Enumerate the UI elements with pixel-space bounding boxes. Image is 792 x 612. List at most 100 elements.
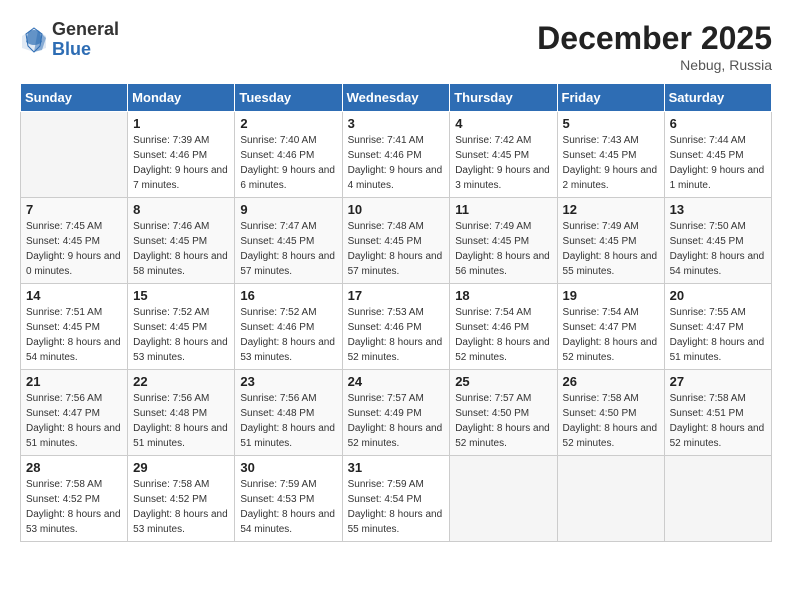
day-info: Sunrise: 7:50 AMSunset: 4:45 PMDaylight:… [670,219,766,279]
day-info: Sunrise: 7:58 AMSunset: 4:52 PMDaylight:… [26,477,122,537]
day-number: 13 [670,202,766,217]
calendar-week-row: 14Sunrise: 7:51 AMSunset: 4:45 PMDayligh… [21,284,772,370]
day-info: Sunrise: 7:57 AMSunset: 4:50 PMDaylight:… [455,391,551,451]
day-number: 11 [455,202,551,217]
calendar-week-row: 28Sunrise: 7:58 AMSunset: 4:52 PMDayligh… [21,456,772,542]
day-info: Sunrise: 7:59 AMSunset: 4:53 PMDaylight:… [240,477,336,537]
calendar-day-header: Thursday [450,84,557,112]
calendar-day-cell: 29 Sunrise: 7:58 AMSunset: 4:52 PMDayligh… [128,456,235,542]
day-number: 29 [133,460,229,475]
page-container: General Blue December 2025 Nebug, Russia… [20,20,772,542]
calendar-day-cell: 22 Sunrise: 7:56 AMSunset: 4:48 PMDayligh… [128,370,235,456]
day-number: 9 [240,202,336,217]
day-info: Sunrise: 7:56 AMSunset: 4:48 PMDaylight:… [240,391,336,451]
calendar-table: SundayMondayTuesdayWednesdayThursdayFrid… [20,83,772,542]
calendar-day-cell: 20Sunrise: 7:55 AMSunset: 4:47 PMDayligh… [664,284,771,370]
calendar-day-cell: 11 Sunrise: 7:49 AMSunset: 4:45 PMDayligh… [450,198,557,284]
day-info: Sunrise: 7:56 AMSunset: 4:48 PMDaylight:… [133,391,229,451]
day-info: Sunrise: 7:49 AMSunset: 4:45 PMDaylight:… [563,219,659,279]
day-number: 17 [348,288,445,303]
calendar-day-cell: 18 Sunrise: 7:54 AMSunset: 4:46 PMDayligh… [450,284,557,370]
day-info: Sunrise: 7:54 AMSunset: 4:47 PMDaylight:… [563,305,659,365]
calendar-day-cell: 26 Sunrise: 7:58 AMSunset: 4:50 PMDayligh… [557,370,664,456]
calendar-week-row: 1Sunrise: 7:39 AMSunset: 4:46 PMDaylight… [21,112,772,198]
title-block: December 2025 Nebug, Russia [537,20,772,73]
day-number: 19 [563,288,659,303]
calendar-day-cell: 4Sunrise: 7:42 AMSunset: 4:45 PMDaylight… [450,112,557,198]
day-number: 8 [133,202,229,217]
day-number: 31 [348,460,445,475]
calendar-day-cell: 27 Sunrise: 7:58 AMSunset: 4:51 PMDayligh… [664,370,771,456]
logo-blue: Blue [52,39,91,59]
logo-icon [20,26,48,54]
day-info: Sunrise: 7:41 AMSunset: 4:46 PMDaylight:… [348,133,445,193]
day-info: Sunrise: 7:56 AMSunset: 4:47 PMDaylight:… [26,391,122,451]
calendar-day-cell [450,456,557,542]
day-info: Sunrise: 7:43 AMSunset: 4:45 PMDaylight:… [563,133,659,193]
calendar-week-row: 7 Sunrise: 7:45 AMSunset: 4:45 PMDaylight… [21,198,772,284]
day-number: 2 [240,116,336,131]
day-number: 25 [455,374,551,389]
calendar-day-header: Wednesday [342,84,450,112]
day-number: 30 [240,460,336,475]
day-number: 21 [26,374,122,389]
calendar-day-cell: 6Sunrise: 7:44 AMSunset: 4:45 PMDaylight… [664,112,771,198]
day-number: 15 [133,288,229,303]
day-info: Sunrise: 7:49 AMSunset: 4:45 PMDaylight:… [455,219,551,279]
day-info: Sunrise: 7:58 AMSunset: 4:52 PMDaylight:… [133,477,229,537]
day-info: Sunrise: 7:40 AMSunset: 4:46 PMDaylight:… [240,133,336,193]
day-number: 14 [26,288,122,303]
calendar-header-row: SundayMondayTuesdayWednesdayThursdayFrid… [21,84,772,112]
day-info: Sunrise: 7:59 AMSunset: 4:54 PMDaylight:… [348,477,445,537]
calendar-day-cell: 19 Sunrise: 7:54 AMSunset: 4:47 PMDayligh… [557,284,664,370]
day-number: 22 [133,374,229,389]
day-info: Sunrise: 7:58 AMSunset: 4:51 PMDaylight:… [670,391,766,451]
calendar-day-cell: 30 Sunrise: 7:59 AMSunset: 4:53 PMDayligh… [235,456,342,542]
calendar-day-cell [664,456,771,542]
calendar-day-cell: 1Sunrise: 7:39 AMSunset: 4:46 PMDaylight… [128,112,235,198]
calendar-day-header: Friday [557,84,664,112]
calendar-day-cell: 13 Sunrise: 7:50 AMSunset: 4:45 PMDayligh… [664,198,771,284]
day-number: 6 [670,116,766,131]
day-info: Sunrise: 7:54 AMSunset: 4:46 PMDaylight:… [455,305,551,365]
calendar-day-cell: 31 Sunrise: 7:59 AMSunset: 4:54 PMDayligh… [342,456,450,542]
calendar-day-cell: 12 Sunrise: 7:49 AMSunset: 4:45 PMDayligh… [557,198,664,284]
calendar-day-cell: 17Sunrise: 7:53 AMSunset: 4:46 PMDayligh… [342,284,450,370]
calendar-day-cell: 21 Sunrise: 7:56 AMSunset: 4:47 PMDayligh… [21,370,128,456]
day-number: 1 [133,116,229,131]
day-number: 26 [563,374,659,389]
day-info: Sunrise: 7:46 AMSunset: 4:45 PMDaylight:… [133,219,229,279]
day-number: 16 [240,288,336,303]
day-info: Sunrise: 7:58 AMSunset: 4:50 PMDaylight:… [563,391,659,451]
calendar-day-cell: 25 Sunrise: 7:57 AMSunset: 4:50 PMDayligh… [450,370,557,456]
day-info: Sunrise: 7:42 AMSunset: 4:45 PMDaylight:… [455,133,551,193]
day-info: Sunrise: 7:52 AMSunset: 4:46 PMDaylight:… [240,305,336,365]
logo-text: General Blue [52,20,119,60]
day-number: 7 [26,202,122,217]
calendar-day-cell: 15Sunrise: 7:52 AMSunset: 4:45 PMDayligh… [128,284,235,370]
calendar-day-cell: 8 Sunrise: 7:46 AMSunset: 4:45 PMDaylight… [128,198,235,284]
calendar-day-cell [21,112,128,198]
day-number: 12 [563,202,659,217]
day-info: Sunrise: 7:57 AMSunset: 4:49 PMDaylight:… [348,391,445,451]
subtitle: Nebug, Russia [537,57,772,73]
calendar-day-header: Monday [128,84,235,112]
calendar-day-cell: 24Sunrise: 7:57 AMSunset: 4:49 PMDayligh… [342,370,450,456]
day-info: Sunrise: 7:47 AMSunset: 4:45 PMDaylight:… [240,219,336,279]
calendar-day-cell: 5 Sunrise: 7:43 AMSunset: 4:45 PMDaylight… [557,112,664,198]
day-info: Sunrise: 7:55 AMSunset: 4:47 PMDaylight:… [670,305,766,365]
main-title: December 2025 [537,20,772,57]
day-number: 27 [670,374,766,389]
calendar-day-cell [557,456,664,542]
calendar-week-row: 21 Sunrise: 7:56 AMSunset: 4:47 PMDayligh… [21,370,772,456]
calendar-day-cell: 28Sunrise: 7:58 AMSunset: 4:52 PMDayligh… [21,456,128,542]
calendar-day-cell: 16 Sunrise: 7:52 AMSunset: 4:46 PMDayligh… [235,284,342,370]
day-number: 5 [563,116,659,131]
day-number: 23 [240,374,336,389]
day-number: 3 [348,116,445,131]
calendar-day-cell: 9 Sunrise: 7:47 AMSunset: 4:45 PMDaylight… [235,198,342,284]
day-number: 18 [455,288,551,303]
logo-general: General [52,19,119,39]
calendar-day-header: Sunday [21,84,128,112]
day-info: Sunrise: 7:45 AMSunset: 4:45 PMDaylight:… [26,219,122,279]
